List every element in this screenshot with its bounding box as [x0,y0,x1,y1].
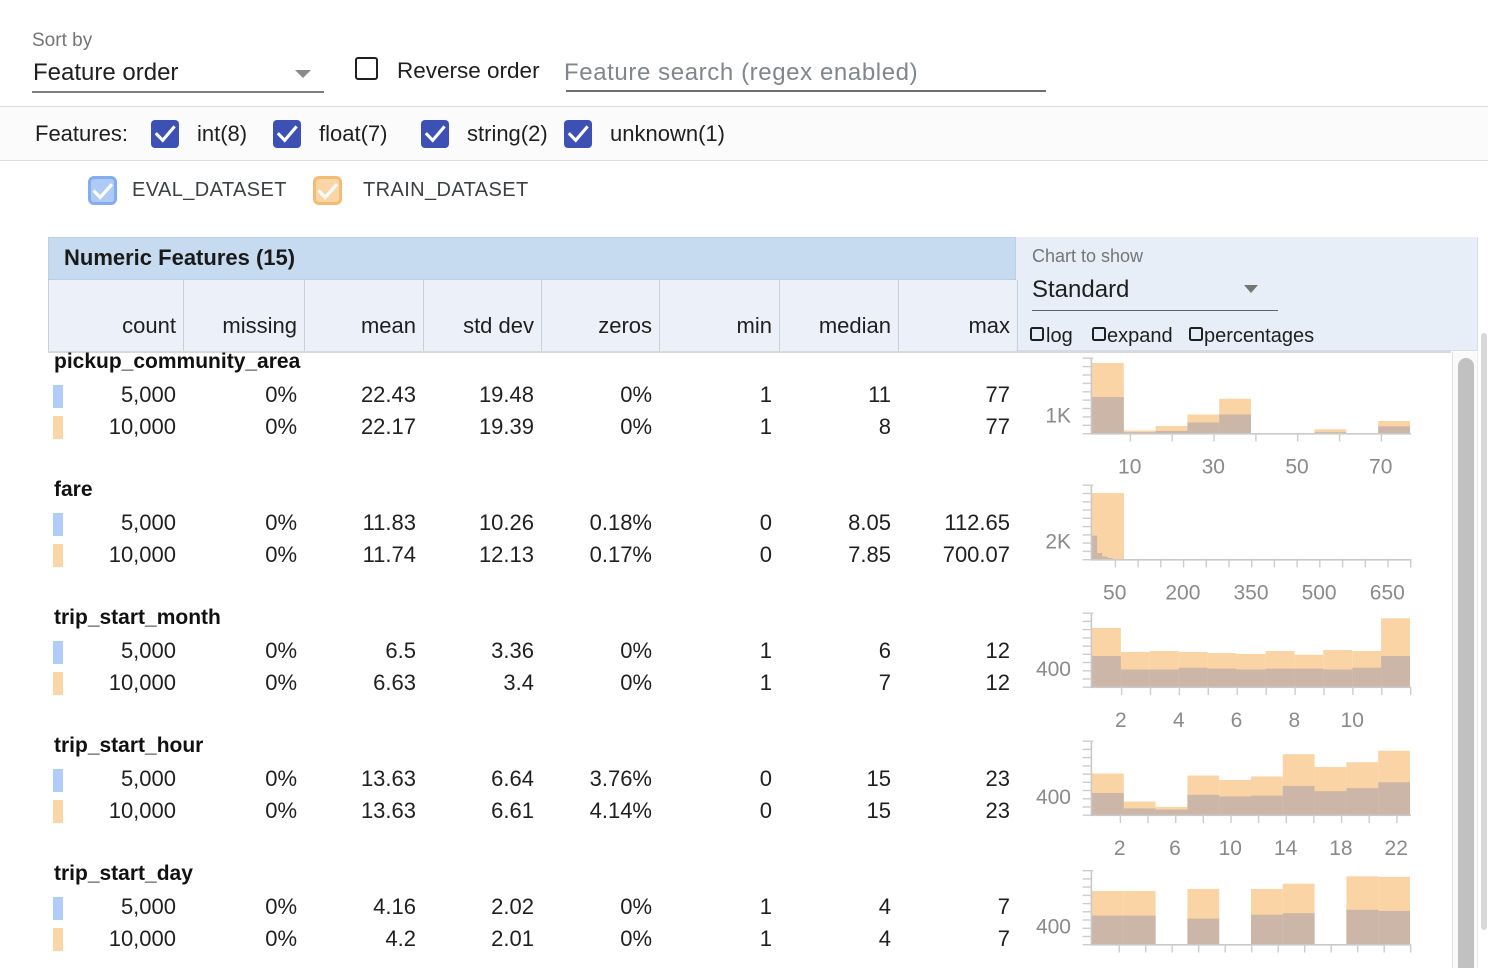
svg-text:18: 18 [1329,837,1352,860]
svg-text:2: 2 [1114,837,1126,860]
svg-text:8: 8 [1289,709,1301,732]
svg-text:400: 400 [1036,916,1071,939]
svg-text:500: 500 [1302,582,1337,605]
svg-text:650: 650 [1370,582,1405,605]
svg-text:14: 14 [1274,837,1298,860]
svg-text:10: 10 [1219,837,1242,860]
svg-text:400: 400 [1036,658,1071,681]
svg-text:400: 400 [1036,786,1071,809]
svg-text:10: 10 [1341,709,1364,732]
svg-text:30: 30 [1202,456,1225,479]
svg-text:4: 4 [1173,709,1185,732]
svg-text:200: 200 [1165,582,1200,605]
svg-text:50: 50 [1103,582,1126,605]
svg-text:10: 10 [1118,456,1141,479]
svg-text:2: 2 [1115,709,1127,732]
svg-text:2K: 2K [1045,531,1071,554]
svg-text:6: 6 [1169,837,1181,860]
svg-text:70: 70 [1369,456,1392,479]
svg-text:350: 350 [1233,582,1268,605]
svg-text:6: 6 [1231,709,1243,732]
svg-text:1K: 1K [1045,405,1071,428]
svg-text:50: 50 [1285,456,1308,479]
svg-text:22: 22 [1385,837,1408,860]
